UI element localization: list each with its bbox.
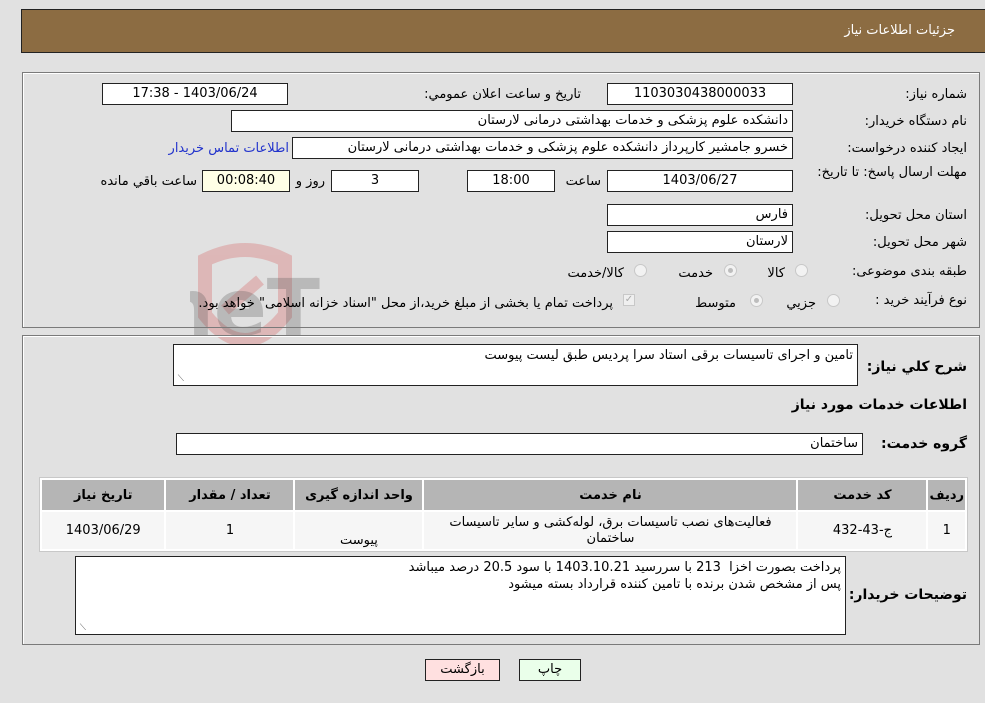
remaining-days-field: 3 [331, 170, 419, 192]
service-group-label: گروه خدمت: [881, 436, 967, 452]
deadline-time-field: 18:00 [467, 170, 555, 192]
radio-selected-dot [754, 298, 759, 303]
resize-grip-icon[interactable]: ⟋ [78, 624, 86, 633]
remaining-time-field: 00:08:40 [202, 170, 290, 192]
col-header-row-no: رديف [928, 480, 965, 510]
print-button[interactable]: چاپ [519, 659, 581, 681]
announce-datetime-label: تاريخ و ساعت اعلان عمومي: [424, 87, 581, 102]
announce-datetime-field: 1403/06/24 - 17:38 [102, 83, 288, 105]
process-radio-minor[interactable] [827, 294, 840, 307]
col-header-service-code: کد خدمت [798, 480, 927, 510]
back-button[interactable]: بازگشت [425, 659, 500, 681]
treasury-checkbox-label: پرداخت تمام یا بخشی از مبلغ خرید،از محل … [198, 296, 613, 311]
service-group-field: ساختمان [176, 433, 863, 455]
need-number-label: شماره نیاز: [905, 87, 967, 102]
summary-textarea[interactable] [173, 344, 858, 386]
services-heading: اطلاعات خدمات مورد نياز [791, 397, 967, 413]
cell-quantity: 1 [166, 512, 294, 549]
process-type-label: نوع فرآیند خرید : [875, 293, 967, 308]
requester-field: خسرو جامشیر کارپرداز دانشکده علوم پزشکی … [292, 137, 793, 159]
deadline-label: مهلت ارسال پاسخ: تا تاریخ: [817, 165, 967, 180]
buyer-notes-wrap: ⟋ [75, 556, 846, 635]
need-number-field: 1103030438000033 [607, 83, 793, 105]
col-header-unit: واحد اندازه گیری [295, 480, 423, 510]
buyer-org-label: نام دستگاه خریدار: [864, 114, 967, 129]
requester-label: ایجاد کننده درخواست: [847, 141, 967, 156]
days-label: روز و [295, 174, 325, 189]
cell-service-code: ج-43-432 [798, 512, 927, 549]
province-field: فارس [607, 204, 793, 226]
cell-need-date: 1403/06/29 [42, 512, 165, 549]
category-option-goods-service: کالا/خدمت [567, 266, 624, 281]
table-header-row: رديف کد خدمت نام خدمت واحد اندازه گیری ت… [42, 480, 965, 510]
category-option-goods: کالا [767, 266, 785, 281]
city-label: شهر محل تحویل: [872, 235, 967, 250]
process-radio-medium[interactable] [750, 294, 763, 307]
col-header-service-name: نام خدمت [424, 480, 797, 510]
cell-unit: پیوست [295, 512, 423, 549]
resize-grip-icon[interactable]: ⟋ [176, 375, 184, 384]
province-label: استان محل تحویل: [865, 208, 967, 223]
table-row: 1 ج-43-432 فعالیت‌های نصب تاسیسات برق، ل… [42, 512, 965, 549]
category-label: طبقه بندی موضوعی: [851, 264, 967, 279]
deadline-date-field: 1403/06/27 [607, 170, 793, 192]
category-option-service: خدمت [678, 266, 713, 281]
page-title: جزئیات اطلاعات نیاز [844, 23, 955, 38]
col-header-quantity: تعداد / مقدار [166, 480, 294, 510]
services-table: رديف کد خدمت نام خدمت واحد اندازه گیری ت… [39, 477, 968, 552]
deadline-time-label: ساعت [565, 174, 601, 189]
category-radio-service[interactable] [724, 264, 737, 277]
buyer-org-field: دانشکده علوم پزشکی و خدمات بهداشتی درمان… [231, 110, 793, 132]
buyer-notes-label: توضیحات خریدار: [848, 587, 967, 603]
city-field: لارستان [607, 231, 793, 253]
remaining-time-label: ساعت باقي مانده [100, 174, 197, 189]
category-radio-goods[interactable] [795, 264, 808, 277]
category-radio-goods-service[interactable] [634, 264, 647, 277]
summary-label: شرح کلي نياز: [866, 359, 967, 375]
cell-service-name: فعالیت‌های نصب تاسیسات برق، لوله‌کشی و س… [424, 512, 797, 549]
page-header: جزئیات اطلاعات نیاز [21, 9, 985, 53]
process-option-medium: متوسط [695, 296, 736, 311]
summary-box-wrap: ⟋ [173, 344, 858, 386]
buyer-notes-textarea[interactable] [75, 556, 846, 635]
buyer-contact-link[interactable]: اطلاعات تماس خریدار [169, 141, 289, 156]
radio-selected-dot [728, 268, 733, 273]
process-option-minor: جزيي [786, 296, 816, 311]
col-header-need-date: تاریخ نیاز [42, 480, 165, 510]
treasury-checkbox[interactable]: ✓ [623, 294, 635, 306]
cell-row-no: 1 [928, 512, 965, 549]
